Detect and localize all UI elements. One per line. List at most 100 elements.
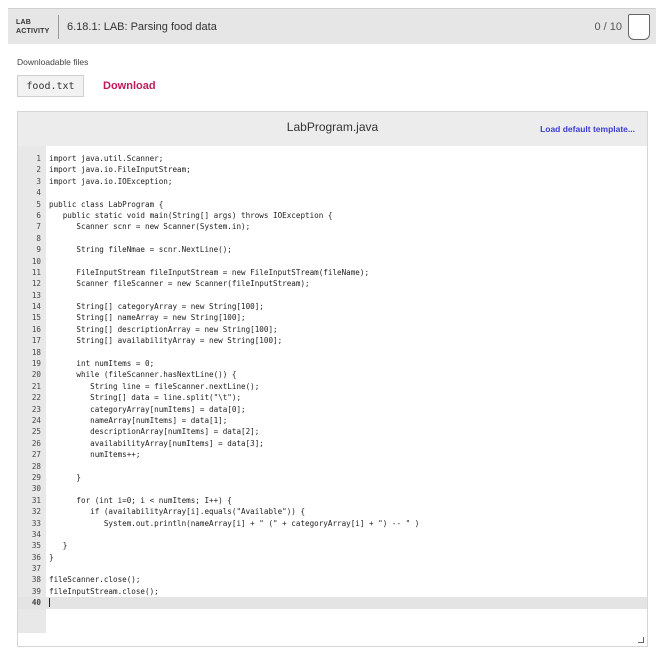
header-divider (58, 14, 59, 39)
line-text: descriptionArray[numItems] = data[2]; (49, 427, 260, 437)
code-line[interactable]: 40 (18, 597, 647, 609)
code-line[interactable]: 28 (18, 461, 647, 472)
line-number: 37 (31, 564, 41, 574)
line-number: 18 (31, 347, 41, 357)
badge-line-2: ACTIVITY (16, 27, 50, 35)
lab-title: 6.18.1: LAB: Parsing food data (67, 20, 217, 33)
line-text: String[] data = line.split("\t"); (49, 393, 242, 403)
line-number: 24 (31, 415, 41, 425)
code-line[interactable]: 37 (18, 563, 647, 574)
code-line[interactable]: 17 String[] availabilityArray = new Stri… (18, 335, 647, 346)
line-text: import java.io.FileInputStream; (49, 165, 191, 175)
code-line[interactable]: 13 (18, 290, 647, 301)
line-number: 19 (31, 359, 41, 369)
code-line[interactable]: 3 import java.io.IOException; (18, 176, 647, 187)
line-number: 27 (31, 450, 41, 460)
code-textarea[interactable]: 1 import java.util.Scanner; 2 import java.i… (18, 146, 647, 646)
line-number: 22 (31, 393, 41, 403)
line-number: 15 (31, 313, 41, 323)
code-line[interactable]: 25 descriptionArray[numItems] = data[2]; (18, 426, 647, 437)
code-line[interactable]: 23 categoryArray[numItems] = data[0]; (18, 404, 647, 415)
code-line[interactable]: 19 int numItems = 0; (18, 358, 647, 369)
lab-header: LAB ACTIVITY 6.18.1: LAB: Parsing food d… (8, 8, 656, 44)
line-number: 17 (31, 336, 41, 346)
code-line[interactable]: 39 fileInputStream.close(); (18, 586, 647, 597)
line-text: } (49, 541, 68, 551)
line-number: 4 (36, 188, 41, 198)
line-number: 33 (31, 518, 41, 528)
line-number: 13 (31, 290, 41, 300)
code-line[interactable]: 31 for (int i=0; i < numItems; I++) { (18, 495, 647, 506)
code-line[interactable]: 22 String[] data = line.split("\t"); (18, 392, 647, 403)
code-line[interactable]: 9 String fileNmae = scnr.NextLine(); (18, 244, 647, 255)
resize-handle-icon[interactable] (638, 637, 644, 643)
line-text: FileInputStream fileInputStream = new Fi… (49, 267, 370, 277)
line-text: import java.io.IOException; (49, 176, 173, 186)
code-line[interactable]: 4 (18, 187, 647, 198)
line-number: 25 (31, 427, 41, 437)
line-text: String[] categoryArray = new String[100]… (49, 302, 264, 312)
line-text: for (int i=0; i < numItems; I++) { (49, 495, 232, 505)
line-number: 5 (36, 199, 41, 209)
line-number: 31 (31, 495, 41, 505)
line-text: int numItems = 0; (49, 359, 155, 369)
line-text: String fileNmae = scnr.NextLine(); (49, 245, 232, 255)
code-line[interactable]: 35 } (18, 540, 647, 551)
code-line[interactable]: 27 numItems++; (18, 449, 647, 460)
code-line[interactable]: 32 if (availabilityArray[i].equals("Avai… (18, 506, 647, 517)
line-number: 9 (36, 245, 41, 255)
code-lines: 1 import java.util.Scanner; 2 import java.i… (18, 153, 647, 609)
line-text: public class LabProgram { (49, 199, 164, 209)
code-line[interactable]: 36} (18, 552, 647, 563)
line-number: 29 (31, 472, 41, 482)
code-line[interactable]: 26 availabilityArray[numItems] = data[3]… (18, 438, 647, 449)
code-line[interactable]: 5 public class LabProgram { (18, 199, 647, 210)
code-line[interactable]: 38 fileScanner.close(); (18, 574, 647, 585)
score-badge-icon (628, 13, 650, 40)
line-text: availabilityArray[numItems] = data[3]; (49, 438, 264, 448)
file-button-food-txt[interactable]: food.txt (17, 75, 84, 97)
line-number: 14 (31, 302, 41, 312)
line-number: 11 (31, 267, 41, 277)
line-number: 12 (31, 279, 41, 289)
line-text: System.out.println(nameArray[i] + " (" +… (49, 518, 420, 528)
code-line[interactable]: 10 (18, 256, 647, 267)
code-line[interactable]: 21 String line = fileScanner.nextLine(); (18, 381, 647, 392)
line-number: 16 (31, 324, 41, 334)
line-number: 30 (31, 484, 41, 494)
code-line[interactable]: 11 FileInputStream fileInputStream = new… (18, 267, 647, 278)
download-link[interactable]: Download (103, 80, 156, 92)
code-line[interactable]: 7 Scanner scnr = new Scanner(System.in); (18, 221, 647, 232)
line-number: 34 (31, 529, 41, 539)
line-text: public static void main(String[] args) t… (49, 210, 333, 220)
code-line[interactable]: 1 import java.util.Scanner; (18, 153, 647, 164)
code-editor: LabProgram.java Load default template...… (17, 111, 648, 647)
line-number: 3 (36, 176, 41, 186)
line-text: fileInputStream.close(); (49, 586, 159, 596)
code-line[interactable]: 15 String[] nameArray = new String[100]; (18, 312, 647, 323)
load-default-template-link[interactable]: Load default template... (540, 124, 635, 134)
line-number: 26 (31, 438, 41, 448)
code-line[interactable]: 12 Scanner fileScanner = new Scanner(fil… (18, 278, 647, 289)
line-number: 20 (31, 370, 41, 380)
line-number: 28 (31, 461, 41, 471)
line-number: 35 (31, 541, 41, 551)
line-number: 40 (31, 598, 41, 608)
line-text: if (availabilityArray[i].equals("Availab… (49, 507, 306, 517)
code-line[interactable]: 6 public static void main(String[] args)… (18, 210, 647, 221)
code-line[interactable]: 33 System.out.println(nameArray[i] + " (… (18, 518, 647, 529)
code-line[interactable]: 8 (18, 233, 647, 244)
code-line[interactable]: 2 import java.io.FileInputStream; (18, 164, 647, 175)
code-line[interactable]: 24 nameArray[numItems] = data[1]; (18, 415, 647, 426)
code-line[interactable]: 14 String[] categoryArray = new String[1… (18, 301, 647, 312)
code-line[interactable]: 34 (18, 529, 647, 540)
code-line[interactable]: 20 while (fileScanner.hasNextLine()) { (18, 369, 647, 380)
code-line[interactable]: 30 (18, 483, 647, 494)
line-text: import java.util.Scanner; (49, 154, 164, 163)
code-line[interactable]: 16 String[] descriptionArray = new Strin… (18, 324, 647, 335)
line-text: numItems++; (49, 450, 141, 460)
code-line[interactable]: 18 (18, 347, 647, 358)
code-line[interactable]: 29 } (18, 472, 647, 483)
text-cursor (49, 598, 50, 608)
line-text: Scanner scnr = new Scanner(System.in); (49, 222, 251, 232)
